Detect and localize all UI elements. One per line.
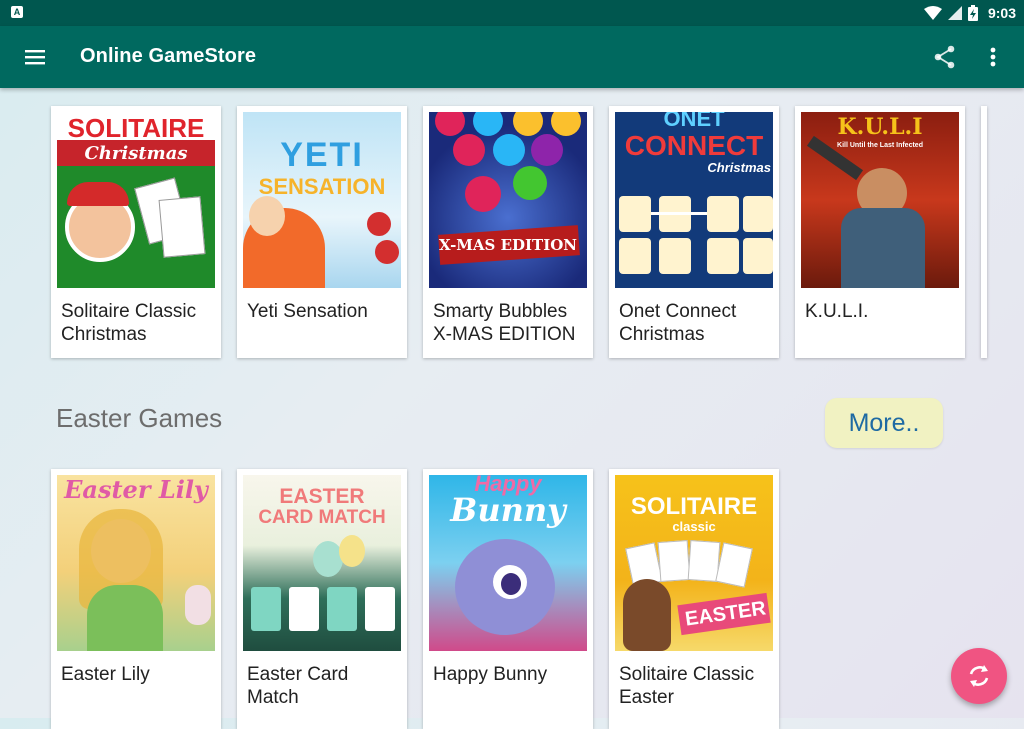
share-button[interactable] — [932, 44, 958, 70]
thumbnail-art-text: Christmas — [707, 160, 771, 175]
game-thumbnail: YETI SENSATION — [243, 112, 401, 288]
status-time: 9:03 — [987, 5, 1016, 21]
thumbnail-art-text: Easter Lily — [64, 475, 208, 504]
game-title: K.U.L.I. — [805, 301, 869, 322]
game-title: Onet Connect Christmas — [619, 301, 737, 345]
more-vert-icon — [990, 47, 996, 67]
game-thumbnail: K.U.L.I Kill Until the Last Infected — [801, 112, 959, 288]
game-card-easter-lily[interactable]: Easter Lily Easter Lily — [51, 469, 221, 729]
thumbnail-art-text: Christmas — [84, 143, 188, 164]
game-title: Yeti Sensation — [247, 301, 368, 322]
notification-a-icon: A — [11, 6, 23, 18]
game-title: Smarty Bubbles X-MAS EDITION — [433, 301, 576, 345]
game-thumbnail: X-MAS EDITION — [429, 112, 587, 288]
menu-icon — [25, 50, 45, 65]
game-card-smarty-bubbles[interactable]: X-MAS EDITION Smarty Bubbles X-MAS EDITI… — [423, 106, 593, 358]
game-thumbnail: Easter Lily — [57, 475, 215, 651]
game-card-solitaire-easter[interactable]: SOLITAIRE classic EASTER Solitaire Class… — [609, 469, 779, 729]
battery-charging-icon — [967, 5, 978, 21]
game-card-solitaire-christmas[interactable]: SOLITAIRE Christmas Solitaire Classic Ch… — [51, 106, 221, 358]
game-card-easter-card-match[interactable]: EASTER CARD MATCH Easter Card Match — [237, 469, 407, 729]
game-title: Easter Card Match — [247, 664, 349, 708]
overflow-menu-button[interactable] — [982, 44, 1004, 70]
game-title: Solitaire Classic Christmas — [61, 301, 197, 345]
game-thumbnail: ONET CONNECT Christmas — [615, 112, 773, 288]
game-thumbnail: Happy Bunny — [429, 475, 587, 651]
game-card-happy-bunny[interactable]: Happy Bunny Happy Bunny — [423, 469, 593, 729]
thumbnail-art-text: CONNECT — [624, 130, 764, 161]
more-easter-games-button[interactable]: More.. — [825, 398, 943, 448]
game-thumbnail: SOLITAIRE Christmas — [57, 112, 215, 288]
thumbnail-art-text: ONET — [663, 112, 725, 131]
thumbnail-art-text: YETI — [280, 136, 364, 174]
thumbnail-art-text: K.U.L.I — [837, 114, 923, 140]
status-bar: A 9:03 — [0, 0, 1024, 26]
game-title: Happy Bunny — [433, 664, 548, 685]
refresh-fab[interactable] — [951, 648, 1007, 704]
app-title: Online GameStore — [80, 45, 257, 67]
status-icons: 9:03 — [923, 0, 1016, 26]
game-thumbnail: SOLITAIRE classic EASTER — [615, 475, 773, 651]
game-title: Easter Lily — [61, 664, 150, 685]
game-card-yeti-sensation[interactable]: YETI SENSATION Yeti Sensation — [237, 106, 407, 358]
thumbnail-art-text: classic — [672, 519, 716, 534]
game-title: Solitaire Classic Easter — [619, 664, 755, 708]
thumbnail-art-text: CARD MATCH — [258, 507, 386, 528]
thumbnail-art-text: SOLITAIRE — [630, 493, 758, 520]
share-icon — [934, 45, 955, 69]
signal-icon — [947, 6, 962, 20]
menu-button[interactable] — [20, 43, 50, 71]
thumbnail-art-text: EASTER — [279, 485, 365, 508]
game-card-kuli[interactable]: K.U.L.I Kill Until the Last Infected K.U… — [795, 106, 965, 358]
thumbnail-art-text: X-MAS EDITION — [438, 236, 578, 254]
section-title-easter-games: Easter Games — [56, 403, 223, 433]
app-bar: Online GameStore — [0, 26, 1024, 88]
thumbnail-art-text: Bunny — [450, 491, 566, 529]
wifi-icon — [923, 6, 942, 20]
game-card-partial[interactable] — [981, 106, 987, 358]
game-thumbnail: EASTER CARD MATCH — [243, 475, 401, 651]
game-card-onet-connect[interactable]: ONET CONNECT Christmas Onet Connect Chri… — [609, 106, 779, 358]
refresh-icon — [969, 665, 989, 687]
